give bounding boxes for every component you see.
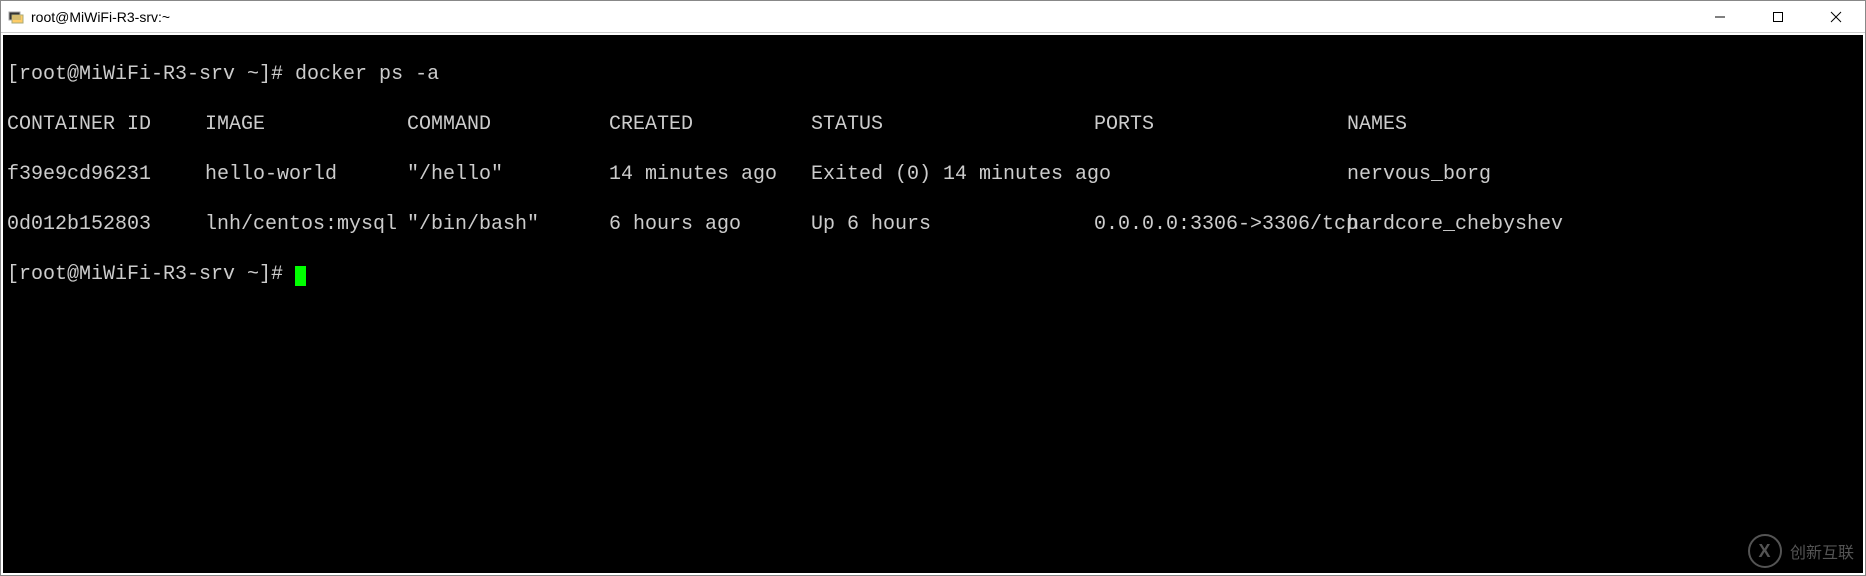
prompt-line: [root@MiWiFi-R3-srv ~]# — [7, 262, 1859, 287]
cell-ports: 0.0.0.0:3306->3306/tcp — [1094, 212, 1347, 237]
maximize-button[interactable] — [1749, 1, 1807, 32]
maximize-icon — [1772, 11, 1784, 23]
prompt: [root@MiWiFi-R3-srv ~]# — [7, 63, 295, 86]
watermark-logo-icon: X — [1748, 534, 1782, 568]
header-image: IMAGE — [205, 112, 407, 137]
watermark: X 创新互联 — [1748, 534, 1854, 568]
minimize-button[interactable] — [1691, 1, 1749, 32]
cell-status: Up 6 hours — [811, 212, 1094, 237]
close-button[interactable] — [1807, 1, 1865, 32]
cell-created: 14 minutes ago — [609, 162, 811, 187]
table-row: 0d012b152803lnh/centos:mysql"/bin/bash"6… — [7, 212, 1859, 237]
window-title: root@MiWiFi-R3-srv:~ — [31, 9, 1691, 25]
cell-id: f39e9cd96231 — [7, 162, 205, 187]
putty-icon — [7, 8, 25, 26]
cell-image: hello-world — [205, 162, 407, 187]
cell-image: lnh/centos:mysql — [205, 212, 407, 237]
header-ports: PORTS — [1094, 112, 1347, 137]
cell-created: 6 hours ago — [609, 212, 811, 237]
command-text: docker ps -a — [295, 63, 439, 86]
watermark-text: 创新互联 — [1790, 545, 1854, 562]
cell-id: 0d012b152803 — [7, 212, 205, 237]
minimize-icon — [1714, 11, 1726, 23]
header-container-id: CONTAINER ID — [7, 112, 205, 137]
window-controls — [1691, 1, 1865, 32]
app-window: root@MiWiFi-R3-srv:~ [root@MiWiFi-R3-srv… — [0, 0, 1866, 576]
cell-names: hardcore_chebyshev — [1347, 212, 1859, 237]
table-row: f39e9cd96231hello-world"/hello"14 minute… — [7, 162, 1859, 187]
cell-command: "/hello" — [407, 162, 609, 187]
prompt-line: [root@MiWiFi-R3-srv ~]# docker ps -a — [7, 62, 1859, 87]
table-header-row: CONTAINER IDIMAGECOMMANDCREATEDSTATUSPOR… — [7, 112, 1859, 137]
terminal-area[interactable]: [root@MiWiFi-R3-srv ~]# docker ps -a CON… — [3, 35, 1863, 573]
close-icon — [1830, 11, 1842, 23]
cell-names: nervous_borg — [1347, 162, 1859, 187]
cell-command: "/bin/bash" — [407, 212, 609, 237]
cell-status: Exited (0) 14 minutes ago — [811, 162, 1094, 187]
titlebar[interactable]: root@MiWiFi-R3-srv:~ — [1, 1, 1865, 33]
header-created: CREATED — [609, 112, 811, 137]
cursor — [295, 266, 306, 286]
cell-ports — [1094, 162, 1347, 187]
header-status: STATUS — [811, 112, 1094, 137]
prompt: [root@MiWiFi-R3-srv ~]# — [7, 263, 295, 286]
header-names: NAMES — [1347, 112, 1859, 137]
header-command: COMMAND — [407, 112, 609, 137]
